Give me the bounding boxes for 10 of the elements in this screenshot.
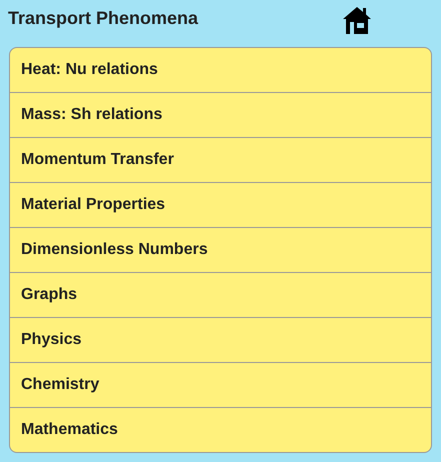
menu-item[interactable]: Mass: Sh relations [10, 92, 431, 137]
page-title: Transport Phenomena [8, 8, 198, 28]
menu-item[interactable]: Graphs [10, 272, 431, 317]
menu-item[interactable]: Physics [10, 317, 431, 362]
menu-item[interactable]: Material Properties [10, 182, 431, 227]
menu-item[interactable]: Heat: Nu relations [10, 48, 431, 92]
menu-item[interactable]: Dimensionless Numbers [10, 227, 431, 272]
menu-item[interactable]: Chemistry [10, 362, 431, 407]
menu-item[interactable]: Mathematics [10, 407, 431, 452]
menu-item[interactable]: Momentum Transfer [10, 137, 431, 182]
